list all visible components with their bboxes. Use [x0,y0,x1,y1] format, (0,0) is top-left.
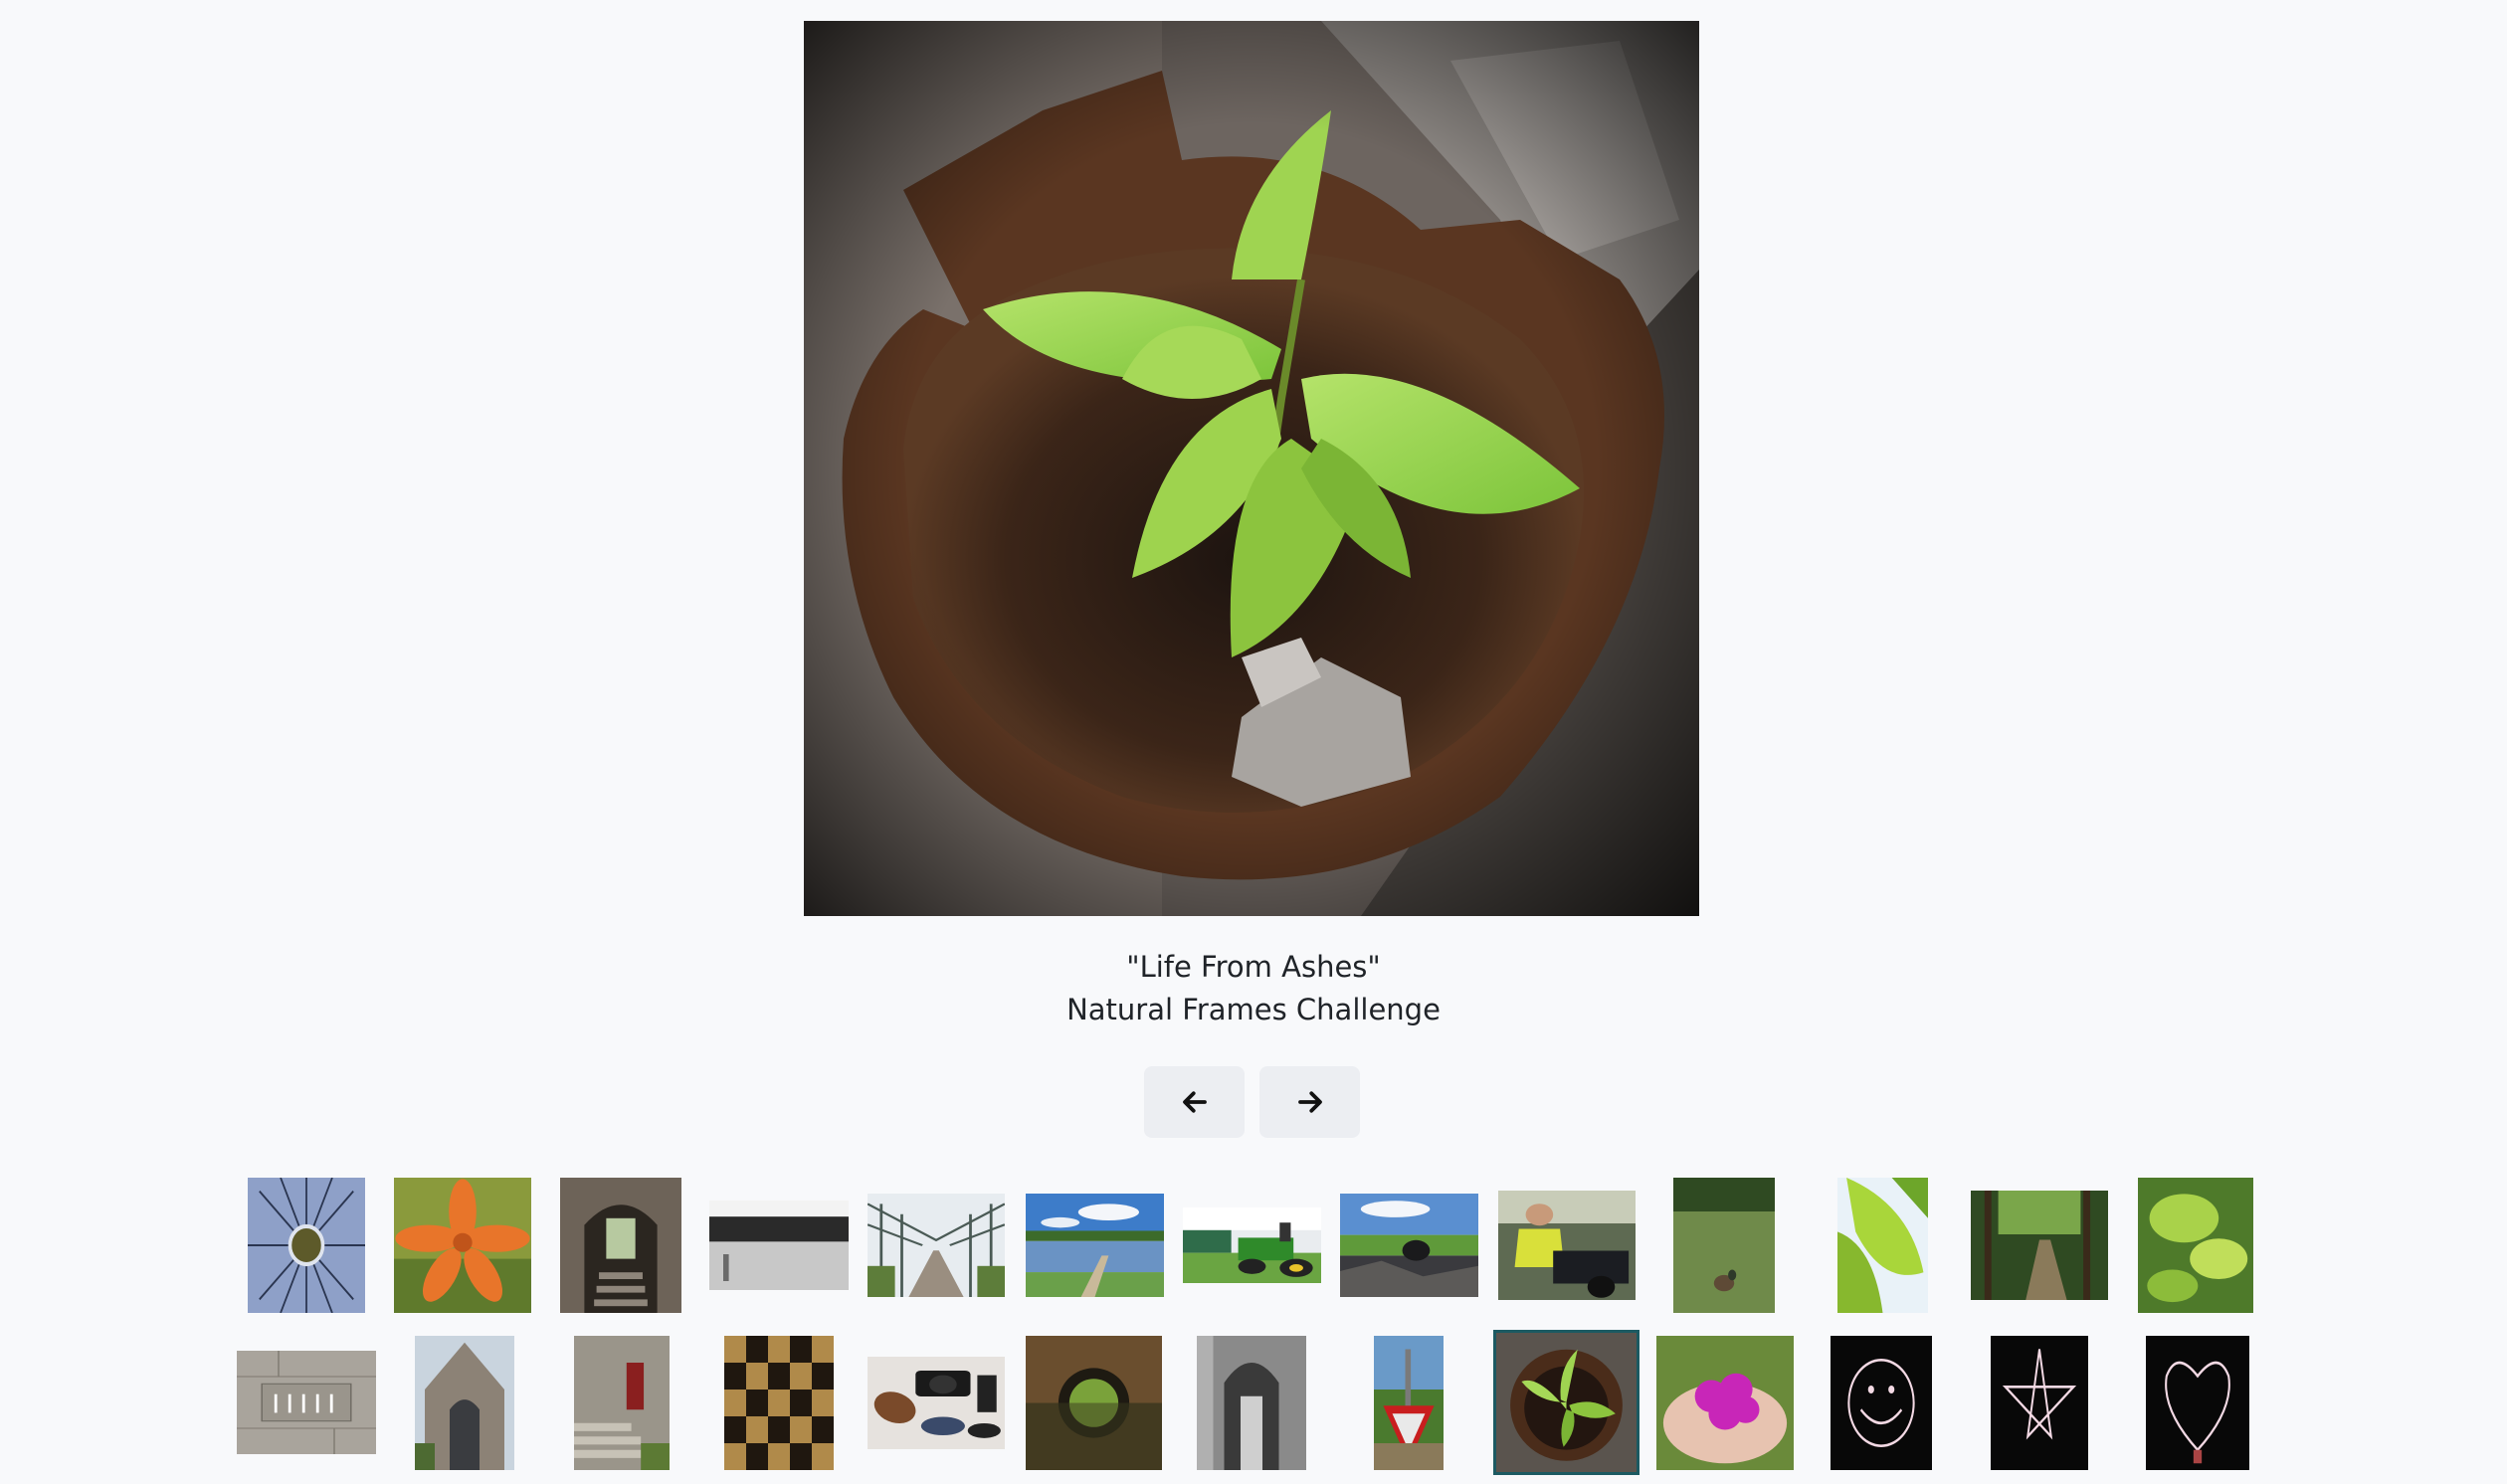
main-photo-image [804,21,1699,916]
thumbnail-backlit-leaves[interactable] [1837,1178,1928,1313]
thumbnail-sun-dial[interactable] [248,1178,365,1313]
thumbnail-magenta-flowers[interactable] [1656,1336,1794,1470]
arrow-right-icon [1297,1091,1322,1113]
thumbnail-light-star[interactable] [1991,1336,2088,1470]
arrow-left-icon [1182,1091,1207,1113]
thumbnail-bw-archway[interactable] [1197,1336,1306,1470]
thumbnail-duck-grass[interactable] [1673,1178,1775,1313]
thumbnail-yield-sign-post[interactable] [1374,1336,1444,1470]
thumbnail-arch-bridge-reflection[interactable] [1026,1336,1162,1470]
thumbnail-stone-tunnel-stairs[interactable] [560,1178,681,1313]
thumbnail-stone-church[interactable] [415,1336,514,1470]
thumbnail-stone-steps-red-door[interactable] [574,1336,670,1470]
thumbnail-plant-in-pipe[interactable] [1493,1330,1639,1475]
thumbnail-truss-bridge[interactable] [868,1194,1005,1297]
previous-button[interactable] [1144,1066,1245,1138]
main-photo [804,21,1699,916]
thumbnail-orange-lily[interactable] [394,1178,531,1313]
thumbnail-light-heart[interactable] [2146,1336,2249,1470]
thumbnail-leaves-sky[interactable] [2138,1178,2253,1313]
thumbnail-forest-path[interactable] [1971,1191,2108,1300]
thumbnail-camera-gear[interactable] [868,1357,1005,1449]
next-button[interactable] [1259,1066,1360,1138]
thumbnail-lawn-tractor[interactable] [1183,1207,1321,1283]
thumbnail-lake-bw[interactable] [709,1201,849,1290]
photo-subtitle: Natural Frames Challenge [1066,993,1441,1026]
thumbnail-field-rubble[interactable] [1340,1194,1478,1297]
photo-title: "Life From Ashes" [1126,950,1381,984]
thumbnail-stone-inscription[interactable] [237,1351,376,1454]
thumbnail-lake-dock[interactable] [1026,1194,1164,1297]
thumbnail-checker-pattern[interactable] [724,1336,834,1470]
thumbnail-light-smiley[interactable] [1831,1336,1932,1470]
thumbnail-man-motorcycle[interactable] [1498,1191,1636,1300]
